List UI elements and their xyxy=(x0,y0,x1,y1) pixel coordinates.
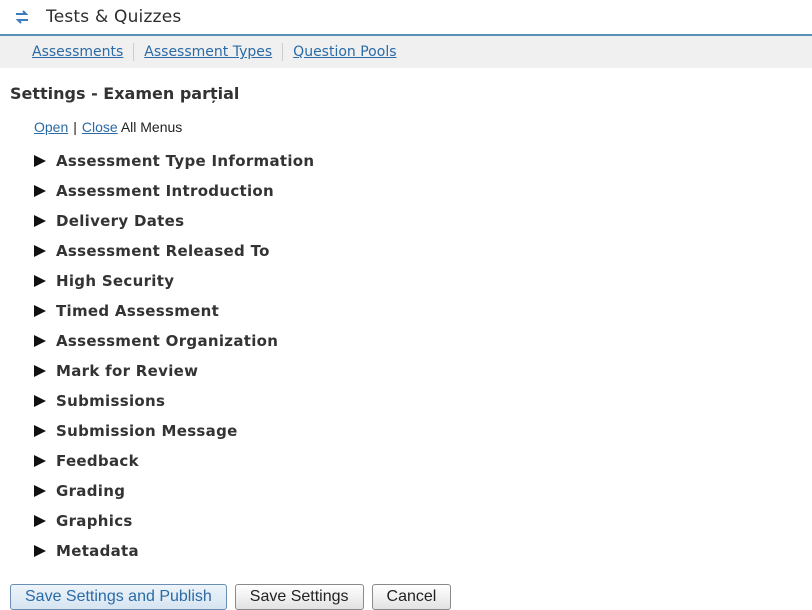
cancel-button[interactable]: Cancel xyxy=(371,584,452,610)
settings-sections: Assessment Type Information Assessment I… xyxy=(34,146,314,566)
nav-link-assessments[interactable]: Assessments xyxy=(32,44,123,60)
expand-arrow-icon xyxy=(34,425,46,437)
close-all-link[interactable]: Close xyxy=(82,119,118,135)
section-timed-assessment[interactable]: Timed Assessment xyxy=(34,296,314,326)
save-settings-button[interactable]: Save Settings xyxy=(234,584,364,610)
expand-arrow-icon xyxy=(34,335,46,347)
expand-arrow-icon xyxy=(34,515,46,527)
expand-arrow-icon xyxy=(34,185,46,197)
action-buttons: Save Settings and Publish Save Settings … xyxy=(10,584,452,610)
section-label: Metadata xyxy=(56,542,139,560)
nav-bar: Assessments Assessment Types Question Po… xyxy=(0,36,812,68)
section-label: Submissions xyxy=(56,392,166,410)
section-grading[interactable]: Grading xyxy=(34,476,314,506)
section-graphics[interactable]: Graphics xyxy=(34,506,314,536)
section-label: Timed Assessment xyxy=(56,302,220,320)
section-label: Feedback xyxy=(56,452,139,470)
section-delivery-dates[interactable]: Delivery Dates xyxy=(34,206,314,236)
section-label: Grading xyxy=(56,482,126,500)
section-label: Graphics xyxy=(56,512,133,530)
expand-arrow-icon xyxy=(34,365,46,377)
section-assessment-released-to[interactable]: Assessment Released To xyxy=(34,236,314,266)
section-high-security[interactable]: High Security xyxy=(34,266,314,296)
tool-title: Tests & Quizzes xyxy=(46,7,182,27)
section-label: High Security xyxy=(56,272,175,290)
expand-arrow-icon xyxy=(34,395,46,407)
section-label: Assessment Organization xyxy=(56,332,279,350)
nav-divider xyxy=(133,43,135,61)
toggle-suffix: All Menus xyxy=(120,119,183,135)
section-mark-for-review[interactable]: Mark for Review xyxy=(34,356,314,386)
expand-arrow-icon xyxy=(34,455,46,467)
section-assessment-introduction[interactable]: Assessment Introduction xyxy=(34,176,314,206)
tool-header: Tests & Quizzes xyxy=(0,0,812,36)
nav-link-assessment-types[interactable]: Assessment Types xyxy=(144,44,272,60)
section-label: Assessment Type Information xyxy=(56,152,315,170)
save-settings-and-publish-button[interactable]: Save Settings and Publish xyxy=(10,584,227,610)
section-label: Delivery Dates xyxy=(56,212,185,230)
section-submission-message[interactable]: Submission Message xyxy=(34,416,314,446)
nav-divider xyxy=(282,43,284,61)
section-assessment-type-information[interactable]: Assessment Type Information xyxy=(34,146,314,176)
section-feedback[interactable]: Feedback xyxy=(34,446,314,476)
section-metadata[interactable]: Metadata xyxy=(34,536,314,566)
page-title: Settings - Examen parțial xyxy=(10,84,240,103)
nav-link-question-pools[interactable]: Question Pools xyxy=(293,44,396,60)
section-submissions[interactable]: Submissions xyxy=(34,386,314,416)
expand-arrow-icon xyxy=(34,215,46,227)
toggle-all-menus: Open | Close All Menus xyxy=(34,119,182,135)
expand-arrow-icon xyxy=(34,305,46,317)
swap-arrows-icon xyxy=(14,9,30,25)
section-label: Mark for Review xyxy=(56,362,199,380)
open-all-link[interactable]: Open xyxy=(34,119,68,135)
section-label: Assessment Introduction xyxy=(56,182,275,200)
section-assessment-organization[interactable]: Assessment Organization xyxy=(34,326,314,356)
expand-arrow-icon xyxy=(34,155,46,167)
expand-arrow-icon xyxy=(34,275,46,287)
section-label: Submission Message xyxy=(56,422,238,440)
expand-arrow-icon xyxy=(34,485,46,497)
section-label: Assessment Released To xyxy=(56,242,270,260)
expand-arrow-icon xyxy=(34,545,46,557)
toggle-separator: | xyxy=(73,119,77,135)
expand-arrow-icon xyxy=(34,245,46,257)
